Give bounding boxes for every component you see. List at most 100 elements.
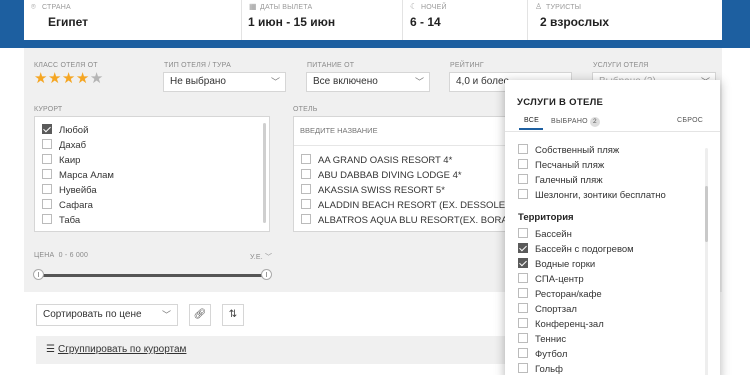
- resort-scrollbar[interactable]: [263, 123, 266, 223]
- popup-divider: [505, 131, 720, 132]
- hotel-search-input[interactable]: [300, 121, 508, 141]
- checkbox-icon[interactable]: [518, 303, 528, 313]
- link-button[interactable]: 🔗︎: [189, 304, 211, 326]
- sort-select[interactable]: Сортировать по цене ﹀: [36, 304, 178, 326]
- hotel-name: AKASSIA SWISS RESORT 5*: [318, 185, 445, 196]
- checkbox-icon[interactable]: [518, 174, 528, 184]
- star-icon[interactable]: ★: [34, 70, 48, 87]
- checkbox-icon[interactable]: [42, 184, 52, 194]
- service-item[interactable]: Бассейн с подогревом: [518, 243, 634, 257]
- price-max-handle[interactable]: [261, 269, 272, 280]
- hotel-name: ALADDIN BEACH RESORT (EX. DESSOLE ALADDI…: [318, 200, 508, 211]
- active-tab-indicator: [519, 128, 543, 130]
- popup-scrollbar-thumb[interactable]: [705, 186, 708, 242]
- tourists-field[interactable]: ♙ Туристы 2 взрослых: [528, 0, 722, 40]
- hotel-name: ALBATROS AQUA BLU RESORT(EX. BORA BORA: [318, 215, 508, 226]
- resort-item-cairo[interactable]: Каир: [42, 154, 80, 168]
- service-item[interactable]: Теннис: [518, 333, 566, 347]
- hotel-item[interactable]: ALADDIN BEACH RESORT (EX. DESSOLE ALADDI…: [301, 199, 508, 213]
- nights-value: 6 - 14: [410, 15, 441, 29]
- service-item[interactable]: Гольф: [518, 363, 563, 375]
- checkbox-icon[interactable]: [301, 199, 311, 209]
- resort-item-safaga[interactable]: Сафага: [42, 199, 93, 213]
- checkbox-icon[interactable]: [518, 159, 528, 169]
- selected-count-badge: 2: [589, 117, 600, 127]
- resort-item-nuweiba[interactable]: Нувейба: [42, 184, 97, 198]
- sort-value: Сортировать по цене: [43, 309, 142, 320]
- resort-item-dahab[interactable]: Дахаб: [42, 139, 86, 153]
- service-name: Бассейн с подогревом: [535, 244, 634, 255]
- meal-select[interactable]: Все включено ﹀: [306, 72, 430, 92]
- checkbox-icon[interactable]: [42, 169, 52, 179]
- service-item[interactable]: Собственный пляж: [518, 144, 619, 158]
- resort-list: Любой Дахаб Каир Марса Алам Нувейба Сафа…: [34, 116, 270, 232]
- checkbox-icon[interactable]: [301, 154, 311, 164]
- checkbox-icon[interactable]: [42, 214, 52, 224]
- person-icon: ♙: [535, 2, 543, 11]
- territory-section-title: Территория: [518, 212, 574, 223]
- checkbox-icon[interactable]: [301, 184, 311, 194]
- popup-scrollbar[interactable]: [705, 148, 708, 375]
- currency-select[interactable]: у.е. ﹀: [250, 252, 272, 262]
- checkbox-icon[interactable]: [518, 288, 528, 298]
- checkbox-icon[interactable]: [518, 333, 528, 343]
- tab-selected[interactable]: Выбрано 2: [551, 117, 600, 127]
- star-icon[interactable]: ★: [76, 70, 90, 87]
- group-by-resort-link[interactable]: ☰ Сгруппировать по курортам: [46, 344, 186, 355]
- service-item[interactable]: Ресторан/кафе: [518, 288, 602, 302]
- star-icon[interactable]: ★: [62, 70, 76, 87]
- resort-item-taba[interactable]: Таба: [42, 214, 80, 228]
- hotel-type-select[interactable]: Не выбрано ﹀: [163, 72, 286, 92]
- resort-item-marsa-alam[interactable]: Марса Алам: [42, 169, 114, 183]
- dates-field[interactable]: ▦ Даты вылета 1 июн - 15 июн: [242, 0, 403, 40]
- search-bar: ⌾ Страна Египет ▦ Даты вылета 1 июн - 15…: [0, 0, 750, 48]
- tab-all[interactable]: Все: [524, 117, 539, 124]
- service-item[interactable]: Шезлонги, зонтики бесплатно: [518, 189, 666, 203]
- checkbox-checked-icon[interactable]: [518, 243, 528, 253]
- hotel-item[interactable]: ALBATROS AQUA BLU RESORT(EX. BORA BORA: [301, 214, 508, 228]
- sort-order-button[interactable]: ⇅: [222, 304, 244, 326]
- checkbox-icon[interactable]: [518, 273, 528, 283]
- price-slider-track[interactable]: [38, 274, 268, 277]
- price-label-group: Цена 0 - 6 000: [34, 252, 88, 259]
- service-item[interactable]: Футбол: [518, 348, 567, 362]
- country-field[interactable]: ⌾ Страна Египет: [24, 0, 242, 40]
- hotel-item[interactable]: AKASSIA SWISS RESORT 5*: [301, 184, 445, 198]
- star-icon[interactable]: ★: [90, 70, 104, 87]
- service-item[interactable]: Водные горки: [518, 258, 595, 272]
- service-item[interactable]: Конференц-зал: [518, 318, 604, 332]
- service-item[interactable]: Спортзал: [518, 303, 577, 317]
- checkbox-icon[interactable]: [301, 169, 311, 179]
- hotel-class-label: Класс отеля от: [34, 62, 98, 69]
- reset-button[interactable]: Сброс: [677, 117, 703, 124]
- rating-value: 4,0 и более: [456, 76, 510, 87]
- service-item[interactable]: СПА-центр: [518, 273, 584, 287]
- service-item[interactable]: Песчаный пляж: [518, 159, 604, 173]
- hotel-class-stars[interactable]: ★★★★★: [34, 71, 104, 86]
- checkbox-icon[interactable]: [518, 318, 528, 328]
- checkbox-icon[interactable]: [42, 154, 52, 164]
- checkbox-icon[interactable]: [518, 363, 528, 373]
- hotel-item[interactable]: ABU DABBAB DIVING LODGE 4*: [301, 169, 462, 183]
- chevron-down-icon: ﹀: [414, 77, 424, 87]
- checkbox-icon[interactable]: [518, 228, 528, 238]
- checkbox-icon[interactable]: [518, 348, 528, 358]
- checkbox-checked-icon[interactable]: [42, 124, 52, 134]
- service-item[interactable]: Бассейн: [518, 228, 572, 242]
- resort-item-any[interactable]: Любой: [42, 124, 88, 138]
- hotel-item[interactable]: AA GRAND OASIS RESORT 4*: [301, 154, 452, 168]
- hotel-type-value: Не выбрано: [170, 76, 226, 87]
- service-item[interactable]: Галечный пляж: [518, 174, 603, 188]
- service-name: Теннис: [535, 334, 567, 345]
- checkbox-icon[interactable]: [301, 214, 311, 224]
- checkbox-icon[interactable]: [42, 199, 52, 209]
- nights-field[interactable]: ☾ Ночей 6 - 14: [403, 0, 528, 40]
- checkbox-icon[interactable]: [518, 144, 528, 154]
- checkbox-checked-icon[interactable]: [518, 258, 528, 268]
- currency-value: у.е.: [250, 254, 263, 261]
- star-icon[interactable]: ★: [48, 70, 62, 87]
- checkbox-icon[interactable]: [42, 139, 52, 149]
- price-min-handle[interactable]: [33, 269, 44, 280]
- checkbox-icon[interactable]: [518, 189, 528, 199]
- service-name: СПА-центр: [535, 274, 584, 285]
